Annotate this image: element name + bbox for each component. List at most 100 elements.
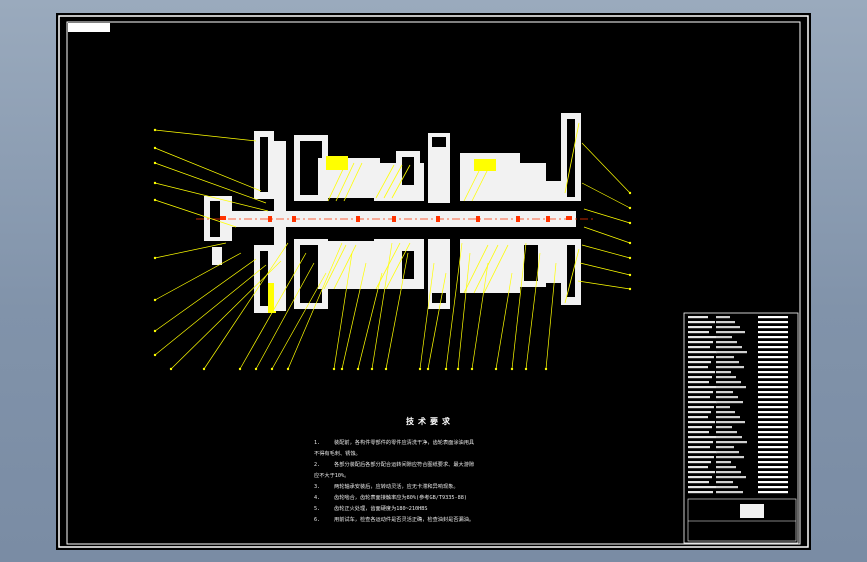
parts-row	[688, 371, 715, 374]
parts-row	[716, 371, 731, 374]
parts-row	[688, 381, 709, 384]
parts-row	[758, 381, 788, 384]
parts-row	[758, 451, 788, 454]
parts-row	[758, 401, 788, 404]
parts-row	[758, 391, 788, 394]
parts-row	[758, 371, 788, 374]
parts-row	[688, 411, 711, 414]
leader-dot	[470, 367, 474, 371]
requirement-item: 6. 用前试车，检查各运动件是否灵活正确，检查油封是否漏油。	[314, 517, 475, 523]
leader-dot	[628, 256, 632, 260]
parts-row	[716, 386, 746, 389]
leader-dot	[384, 367, 388, 371]
parts-row	[716, 431, 737, 434]
leader-dot	[494, 367, 498, 371]
parts-row	[688, 376, 712, 379]
requirement-item: 4. 齿轮啮合，齿轮表面接触率应为80%(参考GB/T9335-88)	[314, 495, 467, 501]
parts-row	[688, 431, 709, 434]
parts-row	[716, 401, 743, 404]
parts-row	[716, 341, 737, 344]
parts-row	[716, 416, 740, 419]
leader-dot	[153, 298, 157, 302]
parts-row	[716, 486, 738, 489]
parts-row	[758, 436, 788, 439]
parts-row	[688, 436, 716, 439]
parts-row	[758, 481, 788, 484]
leader-dot	[628, 273, 632, 277]
parts-row	[716, 421, 745, 424]
parts-row	[758, 321, 788, 324]
shaft-assembly	[196, 113, 596, 313]
parts-row	[758, 486, 788, 489]
parts-row	[758, 341, 788, 344]
leader-dot	[202, 367, 206, 371]
parts-row	[716, 376, 736, 379]
requirement-item: 5. 齿轮正火处理，齿面硬度为180~210HBS	[314, 506, 428, 512]
leader-dot	[270, 367, 274, 371]
requirement-item: 3. 两轮轴承安装后，应转动灵活，应无卡滞和异响现象。	[314, 484, 459, 490]
parts-row	[716, 351, 747, 354]
leader-dot	[153, 128, 157, 132]
leader-dot	[544, 367, 548, 371]
parts-row	[688, 321, 715, 324]
parts-row	[716, 366, 744, 369]
parts-row	[758, 491, 788, 494]
leader-dot	[153, 198, 157, 202]
parts-row	[758, 316, 788, 319]
parts-row	[716, 336, 732, 339]
parts-row	[758, 461, 788, 464]
parts-row	[716, 406, 730, 409]
leader-dot	[286, 367, 290, 371]
parts-row	[716, 481, 733, 484]
parts-row	[758, 396, 788, 399]
leader-line	[154, 147, 262, 192]
corner-tag	[68, 23, 110, 32]
parts-row	[716, 441, 747, 444]
parts-row	[688, 326, 712, 329]
leader-dot	[238, 367, 242, 371]
requirement-item-cont: 不得有毛刺、锈蚀。	[314, 451, 361, 457]
cad-viewport[interactable]: 技术要求 1. 装配前，各构件零部件的零件应清洗干净，齿轮表面涂油用具 不得有毛刺…	[56, 13, 811, 550]
parts-row	[758, 331, 788, 334]
parts-row	[688, 461, 711, 464]
leader-dot	[370, 367, 374, 371]
leader-dot	[153, 353, 157, 357]
parts-row	[758, 326, 788, 329]
parts-row	[688, 341, 713, 344]
parts-row	[758, 361, 788, 364]
tech-requirements-list: 1. 装配前，各构件零部件的零件应清洗干净，齿轮表面涂油用具 不得有毛刺、锈蚀。 …	[314, 438, 614, 526]
parts-row	[758, 411, 788, 414]
parts-row	[758, 416, 788, 419]
parts-row	[688, 426, 712, 429]
parts-row	[758, 336, 788, 339]
parts-row	[716, 321, 735, 324]
parts-row	[716, 471, 741, 474]
parts-row	[716, 361, 739, 364]
parts-row	[688, 481, 709, 484]
parts-row	[688, 396, 710, 399]
parts-row	[716, 396, 738, 399]
parts-row	[716, 491, 743, 494]
parts-row	[716, 331, 745, 334]
parts-row	[716, 381, 741, 384]
parts-row	[716, 426, 732, 429]
leader-dot	[169, 367, 173, 371]
parts-row	[688, 331, 709, 334]
parts-row	[688, 456, 714, 459]
leader-line	[581, 244, 631, 259]
parts-row	[758, 446, 788, 449]
leader-dot	[153, 146, 157, 150]
parts-row	[758, 366, 788, 369]
gear-7	[518, 163, 546, 201]
parts-row	[688, 471, 715, 474]
leader-dot	[444, 367, 448, 371]
parts-row	[688, 356, 714, 359]
leader-line	[154, 129, 257, 142]
parts-row	[688, 491, 713, 494]
parts-row	[758, 431, 788, 434]
leader-line	[154, 264, 267, 356]
parts-row	[716, 316, 730, 319]
leader-dot	[426, 367, 430, 371]
leader-dot	[628, 287, 632, 291]
parts-row	[758, 386, 788, 389]
